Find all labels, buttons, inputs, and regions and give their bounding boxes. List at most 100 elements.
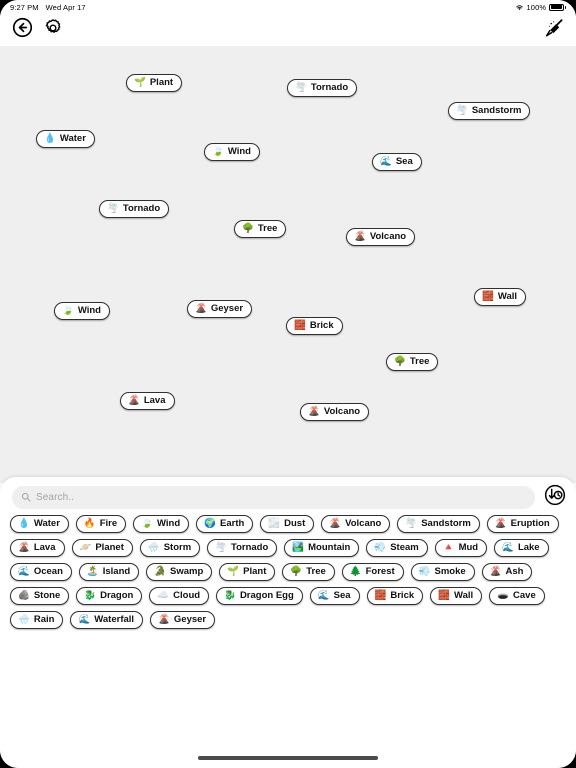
palette-item[interactable]: 🌱 Plant [219,563,276,581]
canvas-node[interactable]: 💧 Water [36,130,95,148]
status-time: 9:27 PM [10,2,39,12]
element-label: Storm [163,542,192,553]
canvas-node[interactable]: 🌱 Plant [126,74,183,92]
palette-item[interactable]: 🐊 Swamp [146,563,213,581]
palette-item[interactable]: 💨 Smoke [410,563,475,581]
sort-by-recent-icon [544,484,566,511]
element-label: Wind [227,146,251,157]
element-label: Steam [390,542,419,553]
crafting-canvas[interactable]: 🌱 Plant 🌪️ Tornado 🌪️ Sandstorm 💧 Water 🍃 Wind 🌊 Se… [0,46,576,483]
canvas-node[interactable]: 🌳 Tree [386,353,439,371]
element-emoji-icon: 🌋 [489,566,502,577]
palette-item[interactable]: 🐉 Dragon Egg [216,587,303,605]
element-label: Volcano [369,231,407,242]
settings-button[interactable] [41,18,65,42]
element-emoji-icon: 🌪️ [295,82,307,93]
palette-item[interactable]: 🔺 Mud [434,539,488,557]
canvas-node[interactable]: 🌋 Lava [120,392,175,410]
element-emoji-icon: 🌳 [394,356,406,367]
element-label: Cloud [173,590,201,601]
canvas-node[interactable]: 🍃 Wind [204,143,260,161]
canvas-node[interactable]: 🍃 Wind [54,302,110,320]
element-label: Stone [33,590,61,601]
palette-item[interactable]: 💧 Water [10,515,69,533]
wifi-icon [515,4,524,11]
palette-item[interactable]: 🌊 Ocean [10,563,72,581]
element-label: Planet [95,542,124,553]
element-emoji-icon: 🌊 [18,566,30,577]
toolbar-right-group [542,18,566,42]
palette-item[interactable]: 🌊 Lake [494,539,549,557]
status-date: Wed Apr 17 [45,2,86,12]
element-palette: 💧 Water 🔥 Fire 🍃 Wind 🌍 Earth 🌫️ Dust 🌋 Volcano 🌪️ Sa… [0,509,576,629]
palette-item[interactable]: 🌋 Ash [481,563,533,581]
element-emoji-icon: 🌧️ [147,542,160,553]
element-label: Ash [505,566,524,577]
palette-item[interactable]: 🌋 Geyser [150,611,216,629]
sort-button[interactable] [543,484,566,511]
palette-item[interactable]: 🍃 Wind [133,515,190,533]
element-emoji-icon: 🌳 [290,566,303,577]
status-bar: 9:27 PM Wed Apr 17 100% [0,0,576,14]
palette-item[interactable]: 🏞️ Mountain [284,539,360,557]
canvas-node[interactable]: 🌪️ Tornado [99,200,170,218]
palette-item[interactable]: 💨 Steam [366,539,428,557]
home-indicator [198,756,378,760]
palette-item[interactable]: ☁️ Cloud [149,587,210,605]
palette-item[interactable]: 🪐 Planet [71,539,133,557]
palette-item[interactable]: 🪨 Stone [10,587,70,605]
element-emoji-icon: 🌋 [308,406,320,417]
palette-item[interactable]: 🧱 Brick [366,587,424,605]
element-emoji-icon: 🪐 [79,542,92,553]
element-label: Wind [157,518,181,529]
element-label: Tornado [231,542,269,553]
canvas-node[interactable]: 🌳 Tree [234,220,287,238]
palette-item[interactable]: 🐉 Dragon [76,587,143,605]
element-emoji-icon: 🌪️ [405,518,418,529]
palette-item[interactable]: 🌍 Earth [196,515,254,533]
element-label: Ocean [33,566,63,577]
element-label: Wall [453,590,474,601]
palette-item[interactable]: 🌲 Forest [341,563,404,581]
element-label: Lava [33,542,56,553]
palette-item[interactable]: 🧱 Wall [430,587,483,605]
canvas-node[interactable]: 🌪️ Tornado [287,79,358,97]
palette-item[interactable]: 🌧️ Storm [139,539,201,557]
palette-item[interactable]: 🌊 Sea [309,587,360,605]
element-emoji-icon: 🌱 [134,77,146,88]
palette-item[interactable]: 🌋 Eruption [486,515,559,533]
element-emoji-icon: 🏞️ [292,542,305,553]
palette-item[interactable]: 🌳 Tree [282,563,335,581]
canvas-node[interactable]: 🌋 Volcano [300,403,370,421]
element-emoji-icon: 🪨 [18,590,30,601]
palette-item[interactable]: 🌊 Waterfall [70,611,144,629]
element-label: Sea [395,156,413,167]
canvas-node[interactable]: 🌊 Sea [372,153,422,171]
search-input[interactable]: Search.. [12,486,535,509]
element-emoji-icon: 💨 [374,542,387,553]
canvas-node[interactable]: 🌪️ Sandstorm [448,102,531,120]
back-button[interactable] [10,17,34,42]
palette-item[interactable]: 🌋 Volcano [321,515,391,533]
palette-item[interactable]: 🏝️ Island [78,563,140,581]
palette-item[interactable]: 🌪️ Tornado [207,539,278,557]
element-label: Dragon [100,590,134,601]
canvas-node[interactable]: 🌋 Geyser [187,300,253,318]
clear-canvas-button[interactable] [542,18,566,42]
palette-item[interactable]: 🌋 Lava [10,539,65,557]
palette-item[interactable]: 🕳️ Cave [489,587,545,605]
palette-item[interactable]: 🌫️ Dust [260,515,315,533]
element-label: Forest [365,566,395,577]
palette-item[interactable]: 🔥 Fire [75,515,127,533]
battery-icon [549,3,566,11]
element-label: Dust [284,518,306,529]
element-label: Brick [309,320,334,331]
element-emoji-icon: 🌋 [18,542,30,553]
search-placeholder: Search.. [36,492,75,503]
canvas-node[interactable]: 🧱 Wall [474,288,527,306]
palette-item[interactable]: 🌧️ Rain [10,611,64,629]
canvas-node[interactable]: 🧱 Brick [286,317,343,335]
element-emoji-icon: 🧱 [438,590,450,601]
palette-item[interactable]: 🌪️ Sandstorm [397,515,480,533]
canvas-node[interactable]: 🌋 Volcano [346,228,416,246]
